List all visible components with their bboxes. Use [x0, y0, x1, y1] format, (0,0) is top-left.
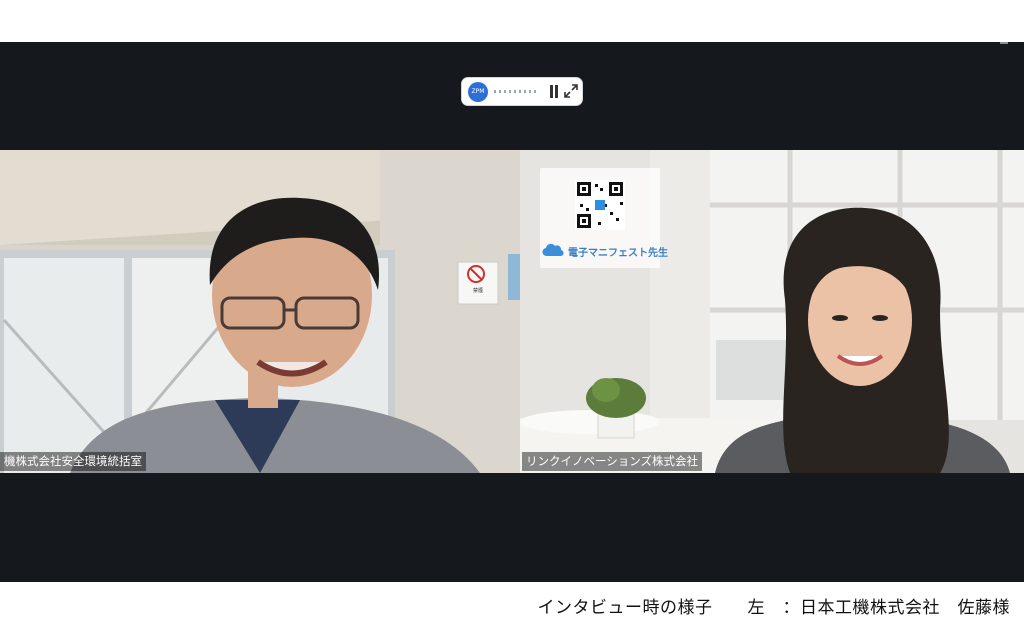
- recording-badge[interactable]: ZPM: [468, 82, 488, 102]
- photo-caption: インタビュー時の様子 左 ：日本工機株式会社 佐藤様: [537, 598, 1010, 618]
- left-video-feed: 禁煙: [0, 150, 520, 473]
- participant-name-label: 機株式会社安全環境統括室: [0, 452, 146, 471]
- cloud-icon: [542, 243, 564, 257]
- brand-name: 電子マニフェスト先生: [568, 248, 668, 259]
- expand-icon[interactable]: [564, 84, 578, 98]
- top-margin: [0, 0, 1024, 42]
- video-tile-left[interactable]: 禁煙 機株式会社安全環境統括室: [0, 150, 520, 473]
- video-tile-right[interactable]: 電子マニフェスト先生 リンクイノベーションズ株式会社: [520, 150, 1024, 473]
- recording-progress-indicator: [494, 90, 538, 93]
- participant-name-label: リンクイノベーションズ株式会社: [522, 452, 703, 471]
- no-smoking-sign-label: 禁煙: [473, 287, 483, 294]
- brand-overlay: 電子マニフェスト先生: [540, 168, 668, 268]
- pause-icon[interactable]: [548, 85, 560, 98]
- recording-controls: ZPM: [462, 78, 582, 105]
- window-handle: [1000, 42, 1008, 44]
